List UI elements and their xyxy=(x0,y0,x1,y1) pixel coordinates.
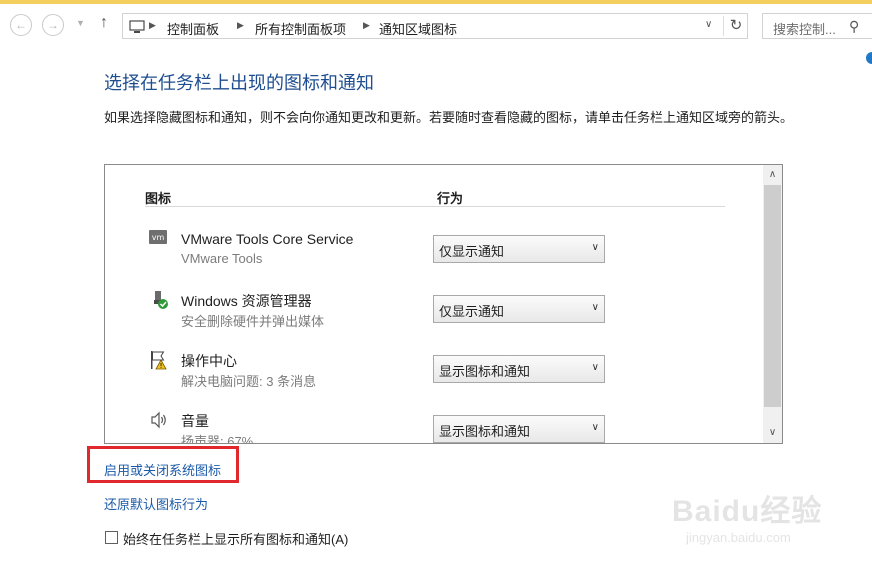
column-header-behavior: 行为 xyxy=(437,191,464,206)
behavior-select[interactable]: 显示图标和通知 ∨ xyxy=(433,415,605,443)
arrow-left-icon: ← xyxy=(15,18,27,32)
breadcrumb-separator-icon: ▶ xyxy=(149,20,156,30)
search-placeholder: 搜索控制... xyxy=(773,22,836,37)
list-item: Windows 资源管理器 安全删除硬件并弹出媒体 仅显示通知 ∨ xyxy=(105,289,763,345)
behavior-select[interactable]: 仅显示通知 ∨ xyxy=(433,235,605,263)
list-item: 操作中心 解决电脑问题: 3 条消息 显示图标和通知 ∨ xyxy=(105,349,763,405)
breadcrumb-separator-icon: ▶ xyxy=(237,20,244,30)
row-name: 操作中心 xyxy=(181,353,237,369)
search-icon[interactable]: ⚲ xyxy=(849,18,859,35)
scrollbar-thumb[interactable] xyxy=(764,185,781,407)
column-header-icon: 图标 xyxy=(145,191,172,206)
row-subtitle: VMware Tools xyxy=(181,251,263,266)
row-subtitle: 安全删除硬件并弹出媒体 xyxy=(181,314,325,329)
vmware-icon: vm xyxy=(149,230,169,250)
toggle-system-icons-link[interactable]: 启用或关闭系统图标 xyxy=(104,460,221,479)
page-description: 如果选择隐藏图标和通知，则不会向你通知更改和更新。若要随时查看隐藏的图标，请单击… xyxy=(104,110,794,125)
breadcrumb-separator-icon: ▶ xyxy=(363,20,370,30)
chevron-down-icon[interactable]: ∨ xyxy=(705,19,712,30)
arrow-right-icon: → xyxy=(47,18,59,32)
up-button[interactable]: ↑ xyxy=(100,14,108,32)
list-item: 音量 扬声器: 67% 显示图标和通知 ∨ xyxy=(105,409,763,444)
navigation-bar: ← → ▼ ↑ ▶ 控制面板 ▶ 所有控制面板项 ▶ 通知区域图标 ∨ ↻ 搜索… xyxy=(0,4,872,42)
search-input[interactable]: 搜索控制... ⚲ xyxy=(762,13,872,39)
breadcrumb-notification-icons[interactable]: 通知区域图标 xyxy=(379,19,457,38)
refresh-icon[interactable]: ↻ xyxy=(727,16,745,34)
usb-eject-icon xyxy=(149,290,169,310)
chevron-down-icon: ∨ xyxy=(591,242,599,253)
row-name: 音量 xyxy=(181,413,209,429)
behavior-select[interactable]: 仅显示通知 ∨ xyxy=(433,295,605,323)
baidu-watermark: Baidu经验 jingyan.baidu.com xyxy=(666,474,866,554)
forward-button[interactable]: → xyxy=(42,14,64,36)
address-bar[interactable]: ▶ 控制面板 ▶ 所有控制面板项 ▶ 通知区域图标 ∨ ↻ xyxy=(122,13,748,39)
breadcrumb-control-panel[interactable]: 控制面板 xyxy=(167,19,219,38)
watermark-url: jingyan.baidu.com xyxy=(686,530,791,545)
recent-locations-chevron-down-icon[interactable]: ▼ xyxy=(76,18,85,28)
behavior-value: 显示图标和通知 xyxy=(439,364,531,379)
svg-text:vm: vm xyxy=(152,233,165,242)
row-name: Windows 资源管理器 xyxy=(181,293,312,309)
chevron-up-icon[interactable]: ∧ xyxy=(763,165,782,185)
back-button[interactable]: ← xyxy=(10,14,32,36)
header-divider xyxy=(145,206,725,207)
breadcrumb-all-items[interactable]: 所有控制面板项 xyxy=(255,19,346,38)
speaker-icon xyxy=(149,410,169,430)
list-item: vm VMware Tools Core Service VMware Tool… xyxy=(105,229,763,285)
always-show-all-checkbox[interactable] xyxy=(105,531,118,544)
chevron-down-icon: ∨ xyxy=(591,362,599,373)
restore-defaults-link[interactable]: 还原默认图标行为 xyxy=(104,494,208,513)
behavior-value: 显示图标和通知 xyxy=(439,424,531,439)
chevron-down-icon[interactable]: ∨ xyxy=(763,423,782,443)
behavior-value: 仅显示通知 xyxy=(439,304,505,319)
always-show-all-label[interactable]: 始终在任务栏上显示所有图标和通知(A) xyxy=(123,529,348,548)
row-name: VMware Tools Core Service xyxy=(181,231,354,247)
arrow-up-icon: ↑ xyxy=(100,14,108,31)
notification-icons-list: 图标 行为 vm VMware Tools Core Service VMwar… xyxy=(104,164,783,444)
behavior-value: 仅显示通知 xyxy=(439,244,505,259)
behavior-select[interactable]: 显示图标和通知 ∨ xyxy=(433,355,605,383)
address-divider xyxy=(723,16,724,36)
help-icon[interactable] xyxy=(866,52,872,64)
chevron-down-icon: ∨ xyxy=(591,302,599,313)
row-subtitle: 扬声器: 67% xyxy=(181,434,254,444)
watermark-brand: Baidu经验 xyxy=(672,495,823,528)
row-subtitle: 解决电脑问题: 3 条消息 xyxy=(181,374,317,389)
vertical-scrollbar[interactable]: ∧ ∨ xyxy=(763,165,782,443)
action-center-flag-icon xyxy=(149,350,169,370)
page-title: 选择在任务栏上出现的图标和通知 xyxy=(104,73,374,93)
chevron-down-icon: ∨ xyxy=(591,422,599,433)
control-panel-icon xyxy=(129,20,145,39)
